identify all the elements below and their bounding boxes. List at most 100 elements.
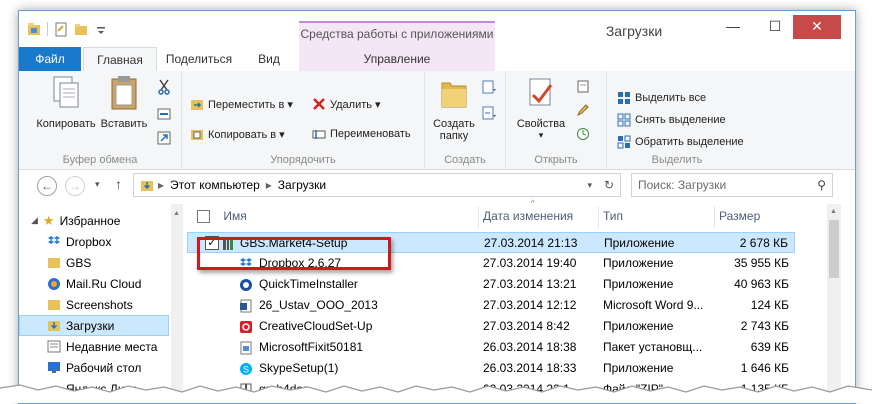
properties-button[interactable]: Свойства ▾ [514, 75, 568, 141]
nav-item-dropbox[interactable]: Dropbox [19, 231, 169, 252]
table-row[interactable]: QuickTimeInstaller 27.03.2014 13:21 Прил… [187, 274, 795, 295]
maximize-button[interactable]: ☐ [757, 15, 793, 39]
nav-item-gbs[interactable]: GBS [19, 252, 169, 273]
copy-to-button[interactable]: Копировать в ▾ [190, 127, 285, 141]
copy-icon [53, 76, 79, 108]
table-row[interactable]: MicrosoftFixit50181 26.03.2014 18:38 Пак… [187, 337, 795, 358]
new-folder-label-2: папку [439, 130, 469, 142]
downloads-icon [48, 321, 60, 331]
file-name: CreativeCloudSet-Up [259, 319, 373, 333]
minimize-button[interactable]: — [715, 15, 751, 39]
file-date: 27.03.2014 12:12 [483, 298, 577, 312]
nav-item-mailru-cloud[interactable]: Mail.Ru Cloud [19, 273, 169, 294]
up-arrow-icon[interactable]: ↑ [115, 176, 122, 192]
history-icon[interactable] [576, 127, 590, 141]
open-icon[interactable] [576, 79, 590, 93]
desktop-icon [48, 362, 60, 373]
explorer-window: Средства работы с приложениями Загрузки … [18, 10, 856, 404]
explorer-icon[interactable] [27, 22, 41, 37]
paste-label: Вставить [100, 118, 148, 130]
scroll-up-icon[interactable]: ▲ [173, 210, 180, 217]
tab-share[interactable]: Поделиться [161, 47, 237, 71]
folder-icon [48, 300, 60, 310]
address-dropdown-icon[interactable]: ▾ [587, 180, 592, 191]
file-type: Microsoft Word 9... [603, 298, 704, 312]
column-size[interactable]: Размер [715, 206, 795, 228]
properties-big-icon [529, 78, 553, 106]
new-item-icon[interactable] [481, 79, 497, 95]
refresh-icon[interactable]: ↻ [604, 178, 614, 192]
nav-item-recent-places[interactable]: Недавние места [19, 336, 169, 357]
select-all-button[interactable]: Выделить все [617, 91, 706, 105]
file-list-scrollbar[interactable]: ▲ [827, 204, 841, 403]
tab-file[interactable]: Файл [19, 47, 81, 71]
window-title: Загрузки [605, 23, 663, 39]
paste-button[interactable]: Вставить [99, 75, 149, 130]
edit-icon[interactable] [576, 103, 590, 117]
cut-icon[interactable] [157, 79, 171, 95]
file-size: 639 КБ [750, 340, 789, 354]
nav-label: Рабочий стол [66, 360, 142, 375]
search-box[interactable]: Поиск: Загрузки ⚲ [631, 173, 833, 197]
tab-manage[interactable]: Управление [299, 47, 495, 71]
tab-home[interactable]: Главная [83, 47, 157, 73]
table-row[interactable]: S SkypeSetup(1) 26.03.2014 18:33 Приложе… [187, 358, 795, 379]
file-name: 26_Ustav_OOO_2013 [259, 298, 378, 312]
column-date[interactable]: Дата изменения [479, 206, 599, 228]
delete-button[interactable]: Удалить ▾ [312, 97, 381, 111]
scrollbar-thumb[interactable] [829, 220, 839, 278]
qat-dropdown-icon[interactable] [94, 22, 108, 37]
ribbon-tabs: Файл Главная Поделиться Вид Управление [19, 47, 855, 73]
table-row[interactable]: CreativeCloudSet-Up 27.03.2014 8:42 Прил… [187, 316, 795, 337]
rename-label: Переименовать [330, 128, 411, 140]
quick-access-toolbar [27, 21, 108, 37]
file-name: MicrosoftFixit50181 [259, 340, 364, 354]
nav-item-favorites[interactable]: ◢ ★ Избранное [19, 210, 169, 231]
copy-path-icon[interactable] [157, 107, 171, 121]
file-size: 1 646 КБ [740, 361, 789, 375]
search-icon[interactable]: ⚲ [817, 178, 826, 192]
nav-item-screenshots[interactable]: Screenshots [19, 294, 169, 315]
search-input[interactable]: Поиск: Загрузки [638, 178, 726, 192]
breadcrumb-this-pc[interactable]: Этот компьютер [170, 178, 260, 192]
table-row[interactable]: 26_Ustav_OOO_2013 27.03.2014 12:12 Micro… [187, 295, 795, 316]
collapse-arrow-icon[interactable]: ◢ [31, 215, 38, 226]
file-size: 35 955 КБ [734, 256, 789, 270]
rename-button[interactable]: Переименовать [312, 127, 411, 141]
forward-button[interactable]: → [65, 176, 85, 196]
nav-label: Screenshots [66, 297, 133, 312]
copy-button[interactable]: Копировать [31, 75, 101, 130]
nav-item-desktop[interactable]: Рабочий стол [19, 357, 169, 378]
tab-view[interactable]: Вид [247, 47, 291, 71]
properties-dropdown-icon[interactable]: ▾ [514, 130, 568, 141]
group-create: Создать папку Создать [425, 71, 506, 169]
move-to-button[interactable]: Переместить в ▾ [190, 97, 293, 111]
nav-label: GBS [66, 255, 92, 270]
invert-selection-button[interactable]: Обратить выделение [617, 135, 744, 149]
column-type[interactable]: Тип [599, 206, 715, 228]
invert-selection-icon [617, 135, 631, 149]
properties-icon[interactable] [54, 22, 68, 37]
folder-icon [48, 258, 60, 268]
recent-locations-icon[interactable]: ▾ [95, 179, 100, 190]
scroll-up-icon[interactable]: ▲ [830, 208, 837, 215]
paste-icon [111, 76, 137, 110]
file-date: 27.03.2014 13:21 [483, 277, 577, 291]
nav-item-downloads[interactable]: Загрузки [19, 315, 169, 336]
paste-shortcut-icon[interactable] [157, 131, 171, 145]
back-button[interactable]: ← [37, 176, 57, 196]
select-none-button[interactable]: Снять выделение [617, 113, 726, 127]
nav-label: Dropbox [66, 234, 112, 249]
easy-access-icon[interactable] [481, 105, 497, 121]
close-button[interactable]: ✕ [793, 15, 841, 39]
address-bar[interactable]: ▸ Этот компьютер ▸ Загрузки ▾ ↻ [133, 173, 621, 197]
breadcrumb-downloads[interactable]: Загрузки [278, 178, 326, 192]
downloads-folder-icon [141, 181, 153, 191]
column-name[interactable]: Имя [187, 206, 479, 228]
select-all-checkbox[interactable] [197, 210, 210, 224]
nav-scrollbar[interactable]: ▲ [171, 204, 183, 403]
new-folder-icon[interactable] [74, 22, 88, 37]
toolbar-separator [47, 22, 48, 36]
file-type: Приложение [603, 256, 674, 270]
new-folder-button[interactable]: Создать папку [429, 75, 479, 142]
